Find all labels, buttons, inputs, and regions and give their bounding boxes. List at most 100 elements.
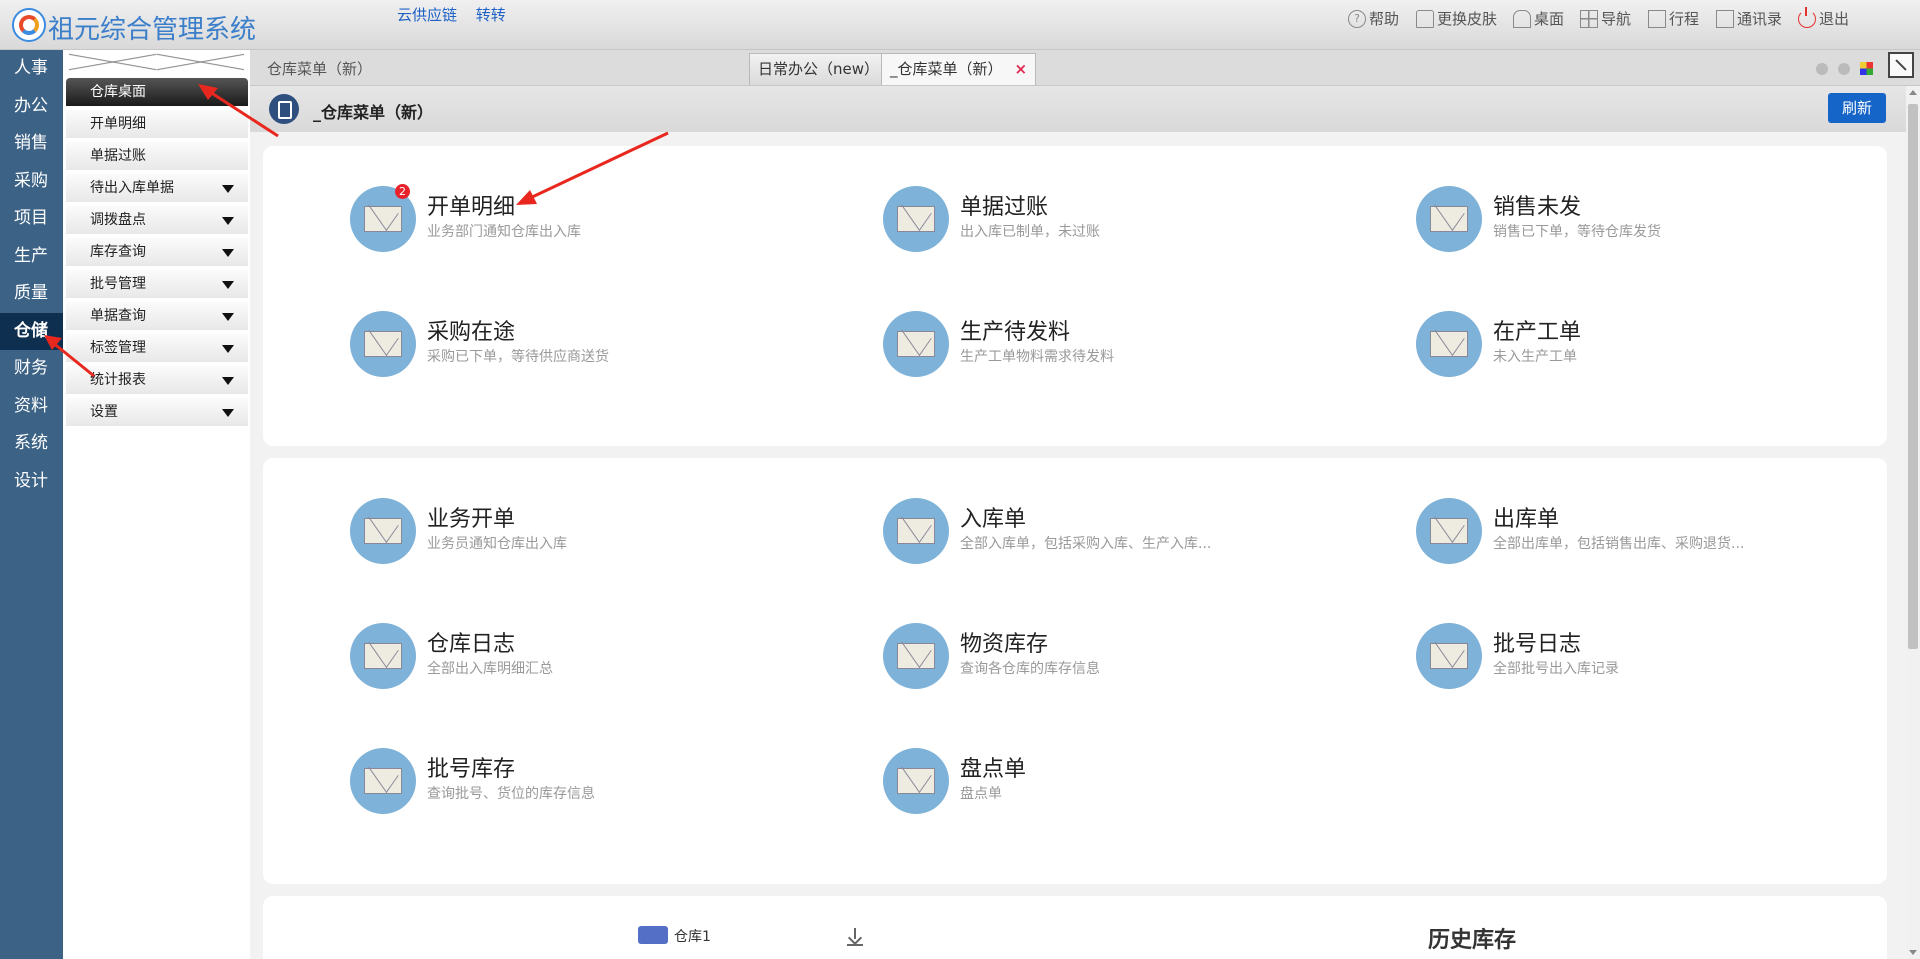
scrollbar[interactable] — [1906, 86, 1920, 959]
mail-icon — [1416, 623, 1482, 689]
mail-icon — [883, 748, 949, 814]
collapse-menu-icon[interactable] — [69, 52, 244, 74]
grid-icon — [1580, 9, 1598, 28]
scroll-up-icon[interactable] — [1909, 90, 1917, 95]
menu-tile[interactable]: 入库单全部入库单，包括采购入库、生产入库... — [883, 498, 1343, 570]
nav-item-10[interactable]: 系统 — [0, 425, 63, 463]
caret-down-icon — [222, 217, 234, 225]
shirt-icon — [1416, 9, 1434, 28]
pending-tasks-card: 2 开单明细 业务部门通知仓库出入库 单据过账 出入库已制单，未过账 销售未发 销售已下单，… — [263, 146, 1887, 446]
submenu-item-9[interactable]: 统计报表 — [66, 366, 248, 394]
change-skin-label: 更换皮肤 — [1437, 10, 1498, 28]
tile-description: 采购已下单，等待供应商送货 — [427, 349, 609, 365]
nav-item-1[interactable]: 办公 — [0, 88, 63, 126]
download-icon[interactable] — [847, 928, 863, 946]
submenu-item-label: 仓库桌面 — [90, 84, 146, 100]
caret-down-icon — [222, 377, 234, 385]
submenu-item-7[interactable]: 单据查询 — [66, 302, 248, 330]
nav-item-11[interactable]: 设计 — [0, 463, 63, 501]
contacts-button[interactable]: 通讯录 — [1716, 8, 1782, 29]
menu-tile[interactable]: 2 开单明细 业务部门通知仓库出入库 — [350, 184, 810, 258]
menu-tile[interactable]: 物资库存 查询各仓库的库存信息 — [883, 623, 1343, 695]
calendar-icon — [1648, 9, 1666, 28]
submenu-item-label: 开单明细 — [90, 116, 146, 132]
tab-prev-icon[interactable] — [1816, 63, 1828, 75]
submenu-item-label: 标签管理 — [90, 340, 146, 356]
nav-item-2[interactable]: 销售 — [0, 125, 63, 163]
nav-item-5[interactable]: 生产 — [0, 238, 63, 276]
menu-tile[interactable]: 采购在途 采购已下单，等待供应商送货 — [350, 311, 810, 383]
menu-tile[interactable]: 批号库存 查询批号、货位的库存信息 — [350, 748, 810, 820]
help-button[interactable]: ? 帮助 — [1348, 8, 1399, 29]
scrollbar-thumb[interactable] — [1908, 104, 1918, 649]
change-skin-button[interactable]: 更换皮肤 — [1416, 8, 1497, 29]
desktop-button[interactable]: 桌面 — [1513, 8, 1564, 29]
page-header: _仓库菜单（新） 刷新 — [250, 86, 1906, 132]
nav-item-3[interactable]: 采购 — [0, 163, 63, 201]
menu-tile[interactable]: 销售未发 销售已下单，等待仓库发货 — [1416, 186, 1876, 258]
submenu-item-label: 批号管理 — [90, 276, 146, 292]
submenu-item-label: 统计报表 — [90, 372, 146, 388]
tile-description: 盘点单 — [960, 786, 1002, 802]
tile-description: 销售已下单，等待仓库发货 — [1493, 224, 1661, 240]
schedule-button[interactable]: 行程 — [1648, 8, 1699, 29]
submenu-item-8[interactable]: 标签管理 — [66, 334, 248, 362]
menu-tile[interactable]: 盘点单 盘点单 — [883, 748, 1343, 820]
fullscreen-icon[interactable] — [1888, 52, 1914, 78]
close-icon[interactable]: × — [1015, 60, 1028, 78]
contacts-label: 通讯录 — [1737, 10, 1783, 28]
module-nav: 人事 办公 销售 采购 项目 生产 质量 仓储 财务 资料 系统 设计 — [0, 50, 63, 959]
page-title: _仓库菜单（新） — [313, 103, 434, 122]
tile-description: 业务部门通知仓库出入库 — [427, 224, 581, 240]
scroll-down-icon[interactable] — [1909, 950, 1917, 955]
tab-warehouse-menu[interactable]: _仓库菜单（新） × — [881, 53, 1037, 85]
menu-tile[interactable]: 单据过账 出入库已制单，未过账 — [883, 186, 1343, 258]
tile-title: 盘点单 — [960, 757, 1027, 782]
menu-tile[interactable]: 批号日志 全部批号出入库记录 — [1416, 623, 1876, 695]
desktop-label: 桌面 — [1534, 10, 1565, 28]
mail-icon — [883, 186, 949, 252]
logout-button[interactable]: 退出 — [1798, 6, 1849, 29]
tile-title: 入库单 — [960, 507, 1027, 532]
menu-tile[interactable]: 出库单 全部出库单，包括销售出库、采购退货... — [1416, 498, 1876, 570]
tile-description: 全部入库单，包括采购入库、生产入库... — [960, 536, 1212, 552]
tab-next-icon[interactable] — [1838, 63, 1850, 75]
top-links: 云供应链 转转 — [397, 4, 520, 25]
submenu-item-6[interactable]: 批号管理 — [66, 270, 248, 298]
tile-title: 仓库日志 — [427, 632, 516, 657]
tab-daily-office[interactable]: 日常办公（new） — [749, 53, 889, 85]
submenu: 仓库桌面开单明细单据过账待出入库单据 调拨盘点库存查询批号管理单据查询标签管理统计… — [63, 50, 250, 959]
submenu-item-label: 设置 — [90, 404, 118, 420]
menu-tile[interactable]: 生产待发料 生产工单物料需求待发料 — [883, 311, 1343, 383]
submenu-item-3[interactable]: 待出入库单据 — [66, 174, 248, 202]
submenu-item-5[interactable]: 库存查询 — [66, 238, 248, 266]
top-link-zhuanzhuan[interactable]: 转转 — [476, 6, 506, 24]
mail-icon — [1416, 311, 1482, 377]
nav-item-8[interactable]: 财务 — [0, 350, 63, 388]
submenu-item-2[interactable]: 单据过账 — [66, 142, 248, 170]
submenu-item-0[interactable]: 仓库桌面 — [66, 78, 248, 106]
submenu-item-1[interactable]: 开单明细 — [66, 110, 248, 138]
navigation-button[interactable]: 导航 — [1580, 8, 1631, 29]
theme-color-icon[interactable] — [1860, 62, 1873, 75]
nav-item-0[interactable]: 人事 — [0, 50, 63, 88]
tile-description: 业务员通知仓库出入库 — [427, 536, 567, 552]
nav-item-9[interactable]: 资料 — [0, 388, 63, 426]
nav-item-4[interactable]: 项目 — [0, 200, 63, 238]
nav-item-6[interactable]: 质量 — [0, 275, 63, 313]
nav-item-7[interactable]: 仓储 — [0, 312, 63, 350]
tile-title: 批号日志 — [1493, 632, 1582, 657]
caret-down-icon — [222, 345, 234, 353]
menu-tile[interactable]: 业务开单 业务员通知仓库出入库 — [350, 498, 810, 570]
menu-tile[interactable]: 仓库日志 全部出入库明细汇总 — [350, 623, 810, 695]
submenu-item-10[interactable]: 设置 — [66, 398, 248, 426]
submenu-item-4[interactable]: 调拨盘点 — [66, 206, 248, 234]
top-link-cloud-supply-chain[interactable]: 云供应链 — [397, 6, 457, 24]
menu-tile[interactable]: 在产工单 未入生产工单 — [1416, 311, 1876, 383]
caret-down-icon — [222, 409, 234, 417]
refresh-button[interactable]: 刷新 — [1828, 93, 1886, 123]
tile-title: 生产待发料 — [960, 320, 1071, 345]
navigation-label: 导航 — [1601, 10, 1632, 28]
tile-title: 开单明细 — [427, 195, 516, 220]
submenu-item-label: 库存查询 — [90, 244, 146, 260]
